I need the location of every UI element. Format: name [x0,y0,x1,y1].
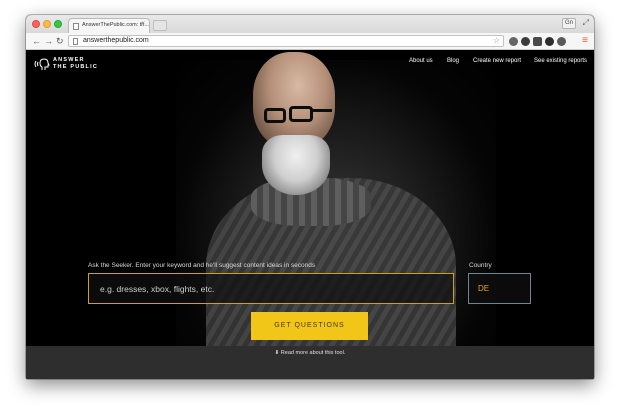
read-more-link[interactable]: ⬇ Read more about this tool. [26,350,594,356]
chrome-menu-icon[interactable]: ≡ [582,35,588,47]
get-questions-button[interactable]: GET QUESTIONS [251,312,368,340]
seeker-beard [262,135,330,195]
country-select[interactable]: DE [468,273,531,304]
glasses-arm [310,109,332,112]
close-window-button[interactable] [32,20,40,28]
fullscreen-icon[interactable]: ⤢ [583,18,589,28]
nav-about-us[interactable]: About us [409,58,433,64]
page-icon [73,38,78,45]
extension-monitor-icon[interactable] [545,37,554,46]
extension-pocket-icon[interactable] [533,37,542,46]
country-value: DE [478,284,490,293]
tab-answerthepublic[interactable]: AnswerThePublic.com: th... × [68,18,150,33]
browser-window: AnswerThePublic.com: th... × Gn ⤢ ← → ↻ … [26,15,594,379]
back-arrow-icon[interactable]: ← [32,35,41,47]
logo-head-icon[interactable] [34,57,50,71]
browser-toolbar: ← → ↻ answerthepublic.com ☆ ≡ [26,33,594,50]
nav-create-new-report[interactable]: Create new report [473,58,521,64]
glasses-icon [264,108,286,123]
keyword-search-input[interactable] [88,273,454,304]
minimize-window-button[interactable] [43,20,51,28]
extension-info-icon[interactable] [509,37,518,46]
profile-button[interactable]: Gn [562,18,576,29]
tab-strip: AnswerThePublic.com: th... × Gn ⤢ [26,15,594,33]
reload-icon[interactable]: ↻ [56,35,64,47]
tab-title: AnswerThePublic.com: th... [82,22,149,28]
new-tab-button[interactable] [153,20,167,31]
tab-close-icon[interactable]: × [141,21,145,27]
zoom-window-button[interactable] [54,20,62,28]
extension-gear-icon[interactable] [557,37,566,46]
page-viewport: ANSWER THE PUBLIC About us Blog Create n… [26,50,594,379]
forward-arrow-icon[interactable]: → [44,35,53,47]
seeker-head [253,52,335,148]
nav-see-existing-reports[interactable]: See existing reports [534,58,587,64]
extension-layers-icon[interactable] [521,37,530,46]
logo-text-line1[interactable]: ANSWER [53,57,85,63]
url-text: answerthepublic.com [83,37,149,44]
page-icon [73,23,79,30]
logo-text-line2[interactable]: THE PUBLIC [53,64,98,70]
bottom-bar: ⬇ Read more about this tool. [26,346,594,379]
country-label: Country [469,262,492,269]
search-prompt: Ask the Seeker. Enter your keyword and h… [88,262,316,269]
bookmark-star-icon[interactable]: ☆ [493,36,500,45]
address-bar[interactable]: answerthepublic.com ☆ [68,35,504,47]
nav-blog[interactable]: Blog [447,58,459,64]
